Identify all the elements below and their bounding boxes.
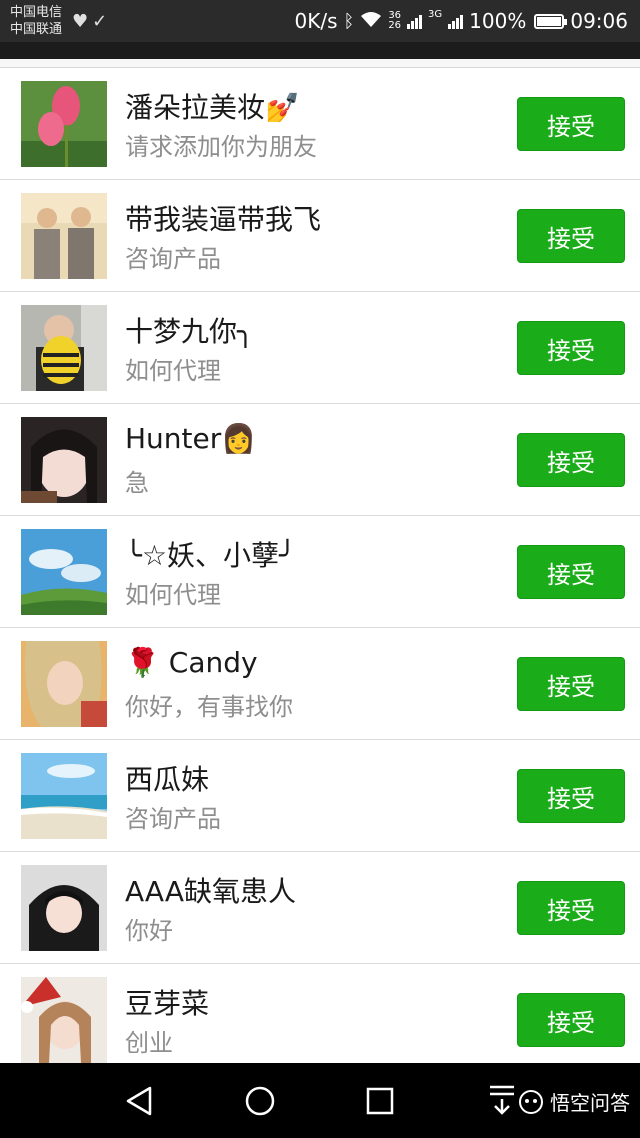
battery-percent: 100% (469, 9, 527, 33)
battery-icon (534, 13, 568, 29)
requester-name: AAA缺氧患人 (125, 875, 297, 908)
requester-name: 豆芽菜 (125, 987, 210, 1020)
avatar[interactable] (21, 865, 107, 951)
friend-request-row[interactable]: Hunter👩 急 接受 (0, 404, 640, 516)
back-triangle-icon (126, 1086, 152, 1116)
network-type-3: 3G (428, 9, 443, 20)
accept-button[interactable]: 接受 (517, 993, 625, 1047)
requester-name: 带我装逼带我飞 (125, 203, 322, 236)
requester-name: 🌹 Candy (125, 646, 258, 679)
avatar[interactable] (21, 81, 107, 167)
friend-request-row[interactable]: 西瓜妹 咨询产品 接受 (0, 740, 640, 852)
requester-name: 西瓜妹 (125, 763, 210, 796)
request-message: 急 (125, 469, 149, 497)
avatar[interactable] (21, 305, 107, 391)
avatar[interactable] (21, 529, 107, 615)
friend-request-row[interactable]: AAA缺氧患人 你好 接受 (0, 852, 640, 964)
accept-button[interactable]: 接受 (517, 97, 625, 151)
carrier-2: 中国联通 (10, 22, 63, 37)
avatar[interactable] (21, 977, 107, 1063)
avatar[interactable] (21, 641, 107, 727)
request-message: 如何代理 (125, 581, 221, 609)
friend-request-row[interactable]: ╰☆妖、小孽╯ 如何代理 接受 (0, 516, 640, 628)
friend-request-row[interactable]: 🌹 Candy 你好，有事找你 接受 (0, 628, 640, 740)
friend-request-row[interactable]: 十梦九你╮ 如何代理 接受 (0, 292, 640, 404)
accept-button[interactable]: 接受 (517, 321, 625, 375)
recent-apps-button[interactable] (366, 1087, 394, 1119)
request-message: 请求添加你为朋友 (125, 133, 317, 161)
header-band (0, 42, 640, 59)
request-message: 你好，有事找你 (125, 693, 293, 721)
network-type-2: 26 (388, 20, 402, 31)
friend-request-row[interactable]: 带我装逼带我飞 咨询产品 接受 (0, 180, 640, 292)
recent-square-icon (366, 1087, 394, 1115)
carrier-1: 中国电信 (10, 5, 63, 20)
home-button[interactable] (244, 1085, 276, 1121)
request-message: 你好 (125, 917, 173, 945)
check-circle-icon: ✓ (92, 11, 112, 32)
accept-button[interactable]: 接受 (517, 433, 625, 487)
home-circle-icon (245, 1086, 275, 1116)
wifi-icon (360, 9, 382, 33)
carrier-info: 中国电信 中国联通 (10, 4, 62, 38)
request-message: 咨询产品 (125, 805, 221, 833)
avatar[interactable] (21, 417, 107, 503)
accept-button[interactable]: 接受 (517, 657, 625, 711)
status-bar: 中国电信 中国联通 ♥✓ 0K/s ᛒ 36 26 3G 100% 09:06 (0, 0, 640, 42)
signal-icon-2 (448, 13, 464, 29)
requester-name: ╰☆妖、小孽╯ (125, 539, 296, 572)
watermark: 悟空问答 (518, 1087, 630, 1116)
requester-name: Hunter👩 (125, 422, 257, 455)
avatar[interactable] (21, 753, 107, 839)
status-notification-icons: ♥✓ (72, 11, 111, 32)
watermark-text: 悟空问答 (550, 1091, 630, 1115)
clock: 09:06 (570, 9, 628, 33)
requester-name: 潘朵拉美妆💅 (125, 91, 300, 124)
status-right: 0K/s ᛒ 36 26 3G 100% 09:06 (295, 8, 629, 34)
back-button[interactable] (124, 1085, 154, 1121)
system-nav-bar: 悟空问答 (0, 1063, 640, 1138)
wukong-logo-icon (519, 1089, 543, 1114)
friend-request-row[interactable]: 豆芽菜 创业 接受 (0, 964, 640, 1063)
list-top-divider (0, 59, 640, 68)
notification-drawer-button[interactable] (488, 1083, 516, 1119)
request-message: 创业 (125, 1029, 173, 1057)
accept-button[interactable]: 接受 (517, 769, 625, 823)
friend-request-row[interactable]: 潘朵拉美妆💅 请求添加你为朋友 接受 (0, 68, 640, 180)
request-message: 如何代理 (125, 357, 221, 385)
bluetooth-icon: ᛒ (343, 10, 355, 32)
pull-down-icon (490, 1085, 514, 1115)
accept-button[interactable]: 接受 (517, 881, 625, 935)
heart-rate-icon: ♥ (72, 11, 93, 32)
avatar[interactable] (21, 193, 107, 279)
request-message: 咨询产品 (125, 245, 221, 273)
accept-button[interactable]: 接受 (517, 209, 625, 263)
accept-button[interactable]: 接受 (517, 545, 625, 599)
network-speed: 0K/s (294, 9, 338, 33)
signal-icon-1 (407, 13, 423, 29)
requester-name: 十梦九你╮ (125, 315, 254, 348)
friend-request-list[interactable]: 潘朵拉美妆💅 请求添加你为朋友 接受 带我装逼带我飞 咨询产品 接受 十梦九你╮… (0, 59, 640, 1063)
